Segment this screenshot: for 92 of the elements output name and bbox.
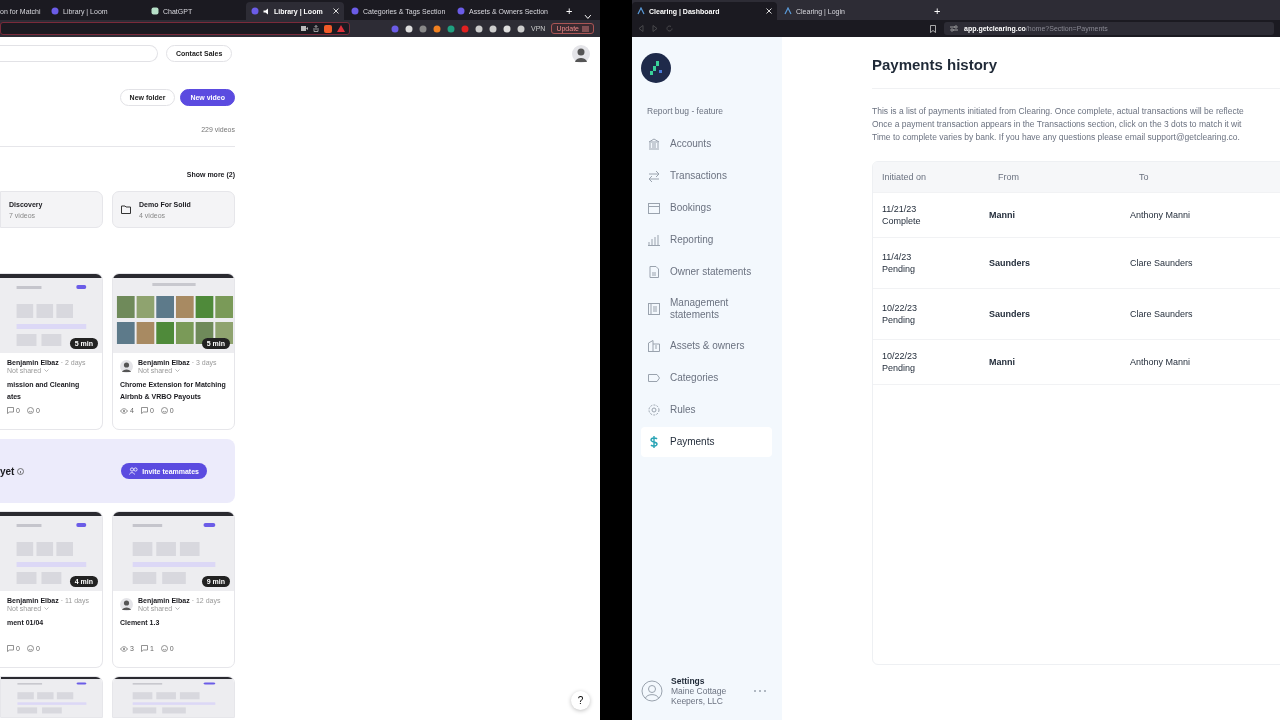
logo-icon (641, 53, 671, 83)
sidebar-item[interactable]: Bookings (641, 193, 772, 223)
smiley-icon (160, 407, 168, 414)
status-cell-text: Complete (882, 215, 922, 227)
to-cell-text: Anthony Manni (1130, 210, 1192, 220)
folder-icon (121, 205, 131, 214)
sidebar-item[interactable]: Categories (641, 363, 772, 393)
gear-icon (647, 403, 661, 417)
tab-icon (457, 7, 465, 15)
status-cell-text: Pending (882, 314, 917, 326)
eye-icon (120, 645, 128, 652)
from-cell-text: Saunders (989, 258, 1031, 268)
arrows-icon (647, 169, 661, 183)
address-bar[interactable] (0, 22, 350, 35)
column-header: From (997, 172, 1020, 182)
banner-text: yet (0, 465, 15, 477)
bar-chart-icon (647, 233, 661, 247)
to-cell-text: Clare Saunders (1130, 309, 1194, 319)
document-icon (647, 265, 661, 279)
page-title: Payments history (872, 56, 999, 73)
description-line: This is a list of payments initiated from Clearing. Once complete, actual transactions will be reflecte (872, 105, 1245, 118)
sidebar-item[interactable]: Payments (641, 427, 772, 457)
report-bug-link[interactable]: Report bug - feature (647, 106, 772, 116)
sidebar-item[interactable]: Reporting (641, 225, 772, 255)
column-header: Initiated on (881, 172, 928, 182)
new-tab-button[interactable]: + (926, 5, 949, 17)
user-icon (641, 680, 663, 702)
triangle-icon (337, 25, 345, 32)
sidebar-item[interactable]: Management statements (641, 289, 772, 329)
caret-icon (44, 369, 50, 372)
date-cell-text: 11/4/23 (882, 251, 913, 263)
from-cell-text: Saunders (989, 309, 1031, 319)
comment-icon (140, 645, 148, 652)
comment-icon (7, 407, 14, 414)
tab-icon (637, 7, 645, 15)
site-settings-icon (950, 25, 958, 32)
description-line: Once a payment transaction appears in the Transactions section, click on the 3 dots to match it wit (872, 118, 1243, 131)
dollar-icon (647, 435, 661, 449)
sidebar-item[interactable]: Accounts (641, 129, 772, 159)
speaker-icon (263, 7, 270, 15)
tag-icon (647, 371, 661, 385)
bank-icon (647, 137, 661, 151)
back-icon (638, 25, 644, 32)
to-cell-text: Anthony Manni (1130, 357, 1192, 367)
reload-icon (666, 25, 673, 32)
eye-icon (120, 407, 128, 414)
column-header: To (1138, 172, 1150, 182)
forward-icon (652, 25, 658, 32)
tab-icon (784, 7, 792, 15)
date-cell-text: 11/21/23 (882, 203, 918, 215)
info-icon (17, 467, 25, 475)
tab-icon (251, 7, 259, 15)
comment-icon (7, 645, 14, 652)
close-icon (333, 8, 339, 14)
from-cell-text: Manni (989, 210, 1016, 220)
from-cell-text: Manni (989, 357, 1016, 367)
chevron-icon (584, 14, 593, 20)
building-icon (647, 339, 661, 353)
people-icon (129, 467, 139, 475)
bookmark-icon (930, 24, 936, 33)
help-button[interactable]: ? (571, 691, 590, 710)
to-cell-text: Clare Saunders (1130, 258, 1194, 268)
close-icon (766, 8, 772, 14)
description-line: Time to complete varies by bank. If you have any questions please email support@getclearing.co. (872, 131, 1241, 144)
new-tab-button[interactable]: + (558, 5, 581, 17)
tab-icon (351, 7, 359, 15)
smiley-icon (26, 645, 34, 652)
share-icon (313, 25, 319, 32)
status-cell-text: Pending (882, 263, 917, 275)
comment-icon (140, 407, 148, 414)
sidebar-item[interactable]: Assets & owners (641, 331, 772, 361)
caret-icon (44, 607, 50, 610)
caret-icon (175, 607, 181, 610)
smiley-icon (160, 645, 168, 652)
more-icon (753, 689, 767, 693)
date-cell-text: 10/22/23 (882, 350, 919, 362)
smiley-icon (26, 407, 34, 414)
calendar-icon (647, 201, 661, 215)
menu-icon (582, 25, 589, 32)
camera-icon (301, 26, 308, 31)
sidebar-item[interactable]: Rules (641, 395, 772, 425)
tab-icon (51, 7, 59, 15)
caret-icon (175, 369, 181, 372)
settings-link[interactable]: Settings (671, 676, 741, 686)
notebook-icon (647, 302, 661, 316)
sidebar-item[interactable]: Owner statements (641, 257, 772, 287)
sidebar-item[interactable]: Transactions (641, 161, 772, 191)
status-cell-text: Pending (882, 362, 917, 374)
tab-icon (151, 7, 159, 15)
date-cell-text: 10/22/23 (882, 302, 919, 314)
avatar-icon (572, 45, 590, 63)
organization-name: Maine Cottage Keepers, LLC (671, 686, 728, 706)
